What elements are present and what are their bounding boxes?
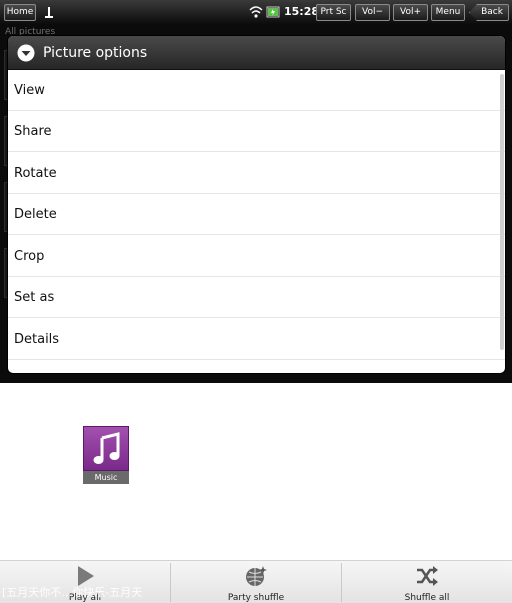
shuffle-icon [417,566,438,586]
dialog-scrollbar[interactable] [500,74,504,350]
music-shortcut[interactable]: Music [83,426,129,484]
music-label: Music [83,471,129,484]
wifi-icon [249,6,263,18]
now-playing-overlay: [五月天你不…你快乐-五月天 [2,586,143,599]
options-list: View Share Rotate Delete Crop Set as Det… [8,70,505,373]
volume-up-button[interactable]: Vol+ [393,4,428,21]
option-share[interactable]: Share [8,111,505,152]
home-button[interactable]: Home [4,4,36,21]
print-screen-button[interactable]: Prt Sc [316,4,351,21]
option-crop[interactable]: Crop [8,236,505,277]
option-set-as[interactable]: Set as [8,277,505,318]
dialog-title: Picture options [43,45,148,61]
option-rotate[interactable]: Rotate [8,153,505,194]
option-delete[interactable]: Delete [8,194,505,235]
music-note-icon [93,432,120,464]
battery-icon [266,6,280,18]
status-bar: Home 15:28 Prt Sc Vol− Vol+ Menu Back [0,0,512,24]
menu-button[interactable]: Menu [431,4,465,21]
shuffle-all-label: Shuffle all [404,593,450,603]
option-details[interactable]: Details [8,319,505,360]
music-tile [83,426,129,471]
shuffle-all-button[interactable]: Shuffle all [342,561,512,603]
party-shuffle-label: Party shuffle [227,593,285,603]
clock: 15:28 [284,5,320,18]
back-button[interactable]: Back [469,4,509,21]
party-shuffle-icon [246,566,267,586]
volume-down-button[interactable]: Vol− [355,4,390,21]
party-shuffle-button[interactable]: Party shuffle [171,561,341,603]
picture-options-dialog: Picture options View Share Rotate Delete… [8,36,505,373]
usb-icon [45,7,53,18]
dialog-header: Picture options [8,36,505,70]
bottom-action-bar: Play all Party shuffle Shuffle all [五月天你… [0,560,512,603]
option-view[interactable]: View [8,70,505,111]
chevron-down-circle-icon [17,44,35,62]
